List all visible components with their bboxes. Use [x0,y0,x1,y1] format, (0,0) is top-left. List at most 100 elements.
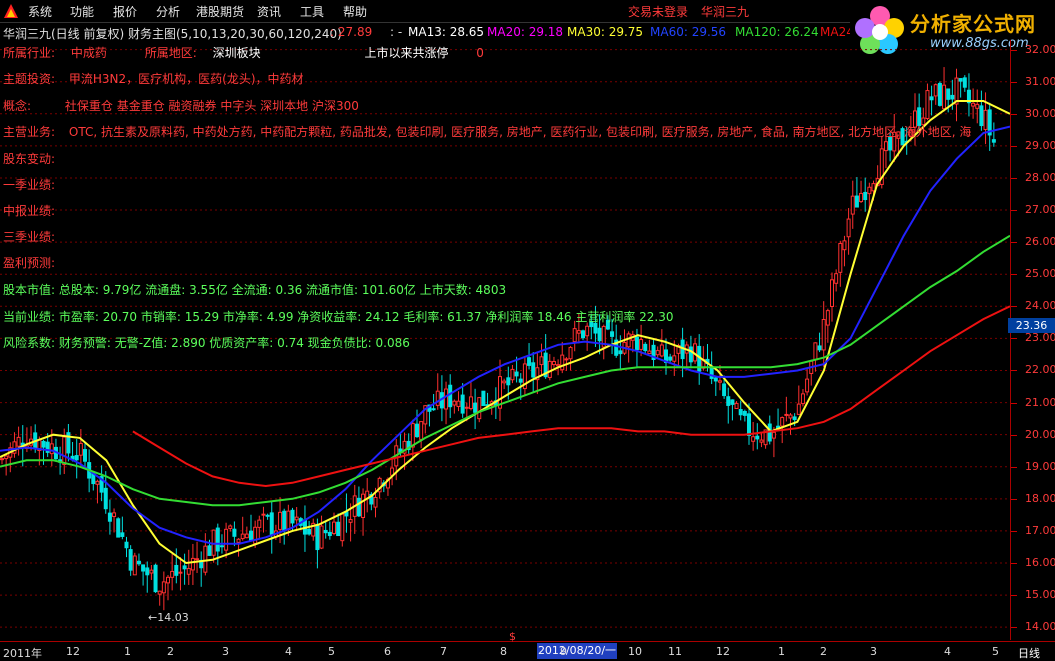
candle-body [269,512,274,536]
candle-body [265,514,270,517]
candle-body [161,581,166,594]
candle-body [240,533,245,540]
candle-body [722,383,727,397]
indicator-value-1: : 27.89 [330,25,373,39]
date-tick-label: 10 [628,645,642,658]
candle-body [734,402,739,410]
candle-body [510,368,515,381]
candle-body [4,455,9,460]
candle-body [336,521,341,537]
price-axis: 32.00 31.00 30.00 29.00 28.00 27.00 26.00 25.00… [1010,40,1055,640]
chart-title: 华润三九(日线 前复权) 财务主图(5,10,13,20,30,60,120,2… [3,27,342,41]
date-tick-label: 6 [384,645,391,658]
price-tick-label: 30.00 [1025,106,1055,120]
menu-item-tools[interactable]: 工具 [300,3,324,20]
financial-info-panel: 所属行业: 中成药 所属地区: 深圳板块 上市以来共涨停 0 主题投资: 甲流H… [0,40,1010,360]
price-tick-label: 25.00 [1025,267,1055,281]
menu-item-function[interactable]: 功能 [70,3,94,20]
candle-body [356,497,361,517]
date-tick-label: 1 [124,645,131,658]
date-tick-label: 4 [285,645,292,658]
candle-body [182,565,187,570]
limit-up-label: 上市以来共涨停 [364,46,449,60]
candle-body [257,519,262,528]
candle-body [157,590,162,595]
candle-body [315,524,320,551]
period-selector[interactable]: 日线 [1018,645,1040,661]
menu-item-news[interactable]: 资讯 [257,3,281,20]
price-tick-label: 21.00 [1025,395,1055,409]
candle-body [448,384,453,408]
candle-body [747,413,751,436]
date-tick-label: 3 [222,645,229,658]
date-tick-label: 2 [820,645,827,658]
candle-body [788,414,793,419]
candle-body [120,532,125,537]
candle-body [373,496,378,508]
ma240-value: MA24 [820,25,850,39]
price-tick-mark [1011,338,1017,340]
price-tick-label: 19.00 [1025,459,1055,473]
candle-body [83,449,87,462]
candle-body [107,512,112,522]
candle-body [556,364,561,367]
theme-row: 主题投资: 甲流H3N2，医疗机构，医药(龙头)，中药材 [3,70,304,87]
candle-body [170,570,175,578]
candle-body [531,362,536,378]
app-logo-icon [4,4,18,18]
ma120-value: MA120: 26.24 [735,25,819,39]
q1-label: 一季业绩: [3,178,56,192]
stock-name-link[interactable]: 华润三九 [701,3,749,20]
candle-body [95,480,100,485]
price-tick-mark [1011,530,1017,532]
candle-body [244,533,249,539]
candle-body [709,367,714,379]
price-tick-label: 31.00 [1025,74,1055,88]
price-tick-mark [1011,562,1017,564]
market-value-row: 股本市值: 总股本: 9.79亿 流通盘: 3.55亿 全流通: 0.36 流通… [3,283,507,297]
candle-body [444,388,449,410]
ma30-value: MA30: 29.75 [567,25,644,39]
business-label: 主营业务: [3,125,56,139]
price-tick-label: 14.00 [1025,620,1055,634]
menu-item-help[interactable]: 帮助 [343,3,367,20]
candle-body [174,564,179,576]
menu-item-analysis[interactable]: 分析 [156,3,180,20]
risk-row: 风险系数: 财务预警: 无警-Z值: 2.890 优质资产率: 0.74 现金负… [3,336,410,350]
date-tick-label: 1 [778,645,785,658]
menu-item-system[interactable]: 系统 [28,3,52,20]
candle-body [74,455,79,461]
menu-item-hk-futures[interactable]: 港股期货 [196,3,244,20]
price-tick-label: 26.00 [1025,235,1055,249]
candle-body [506,377,511,386]
forecast-label: 盈利预测: [3,256,56,270]
menu-item-quotes[interactable]: 报价 [113,3,137,20]
indicator-title-bar: 华润三九(日线 前复权) 财务主图(5,10,13,20,30,60,120,2… [0,23,850,41]
candle-body [141,564,146,572]
concept-row: 概念: 社保重仓 基金重仓 融资融券 中字头 深圳本地 沪深300 [3,97,359,114]
low-price-marker: ←14.03 [148,611,189,624]
price-tick-label: 17.00 [1025,523,1055,537]
limit-up-value: 0 [476,46,484,60]
candle-body [361,493,366,518]
trade-login-status[interactable]: 交易未登录 [628,3,688,20]
price-tick-label: 24.00 [1025,299,1055,313]
candle-body [282,510,287,532]
date-tick-label: 7 [440,645,447,658]
candle-body [219,545,224,548]
candle-body [290,509,295,524]
candle-body [186,568,191,575]
price-tick-label: 27.00 [1025,203,1055,217]
candle-body [149,569,154,574]
price-tick-label: 32.00 [1025,42,1055,56]
region-value[interactable]: 深圳板块 [213,46,261,60]
forecast-row: 盈利预测: [3,254,55,271]
date-tick-label: 4 [944,645,951,658]
candle-body [207,545,212,556]
candle-body [713,377,718,382]
candle-body [518,378,523,383]
industry-value[interactable]: 中成药 [71,46,107,60]
price-tick-mark [1011,49,1017,51]
indicator-value-2: : - [390,25,403,39]
price-tick-mark [1011,370,1017,372]
